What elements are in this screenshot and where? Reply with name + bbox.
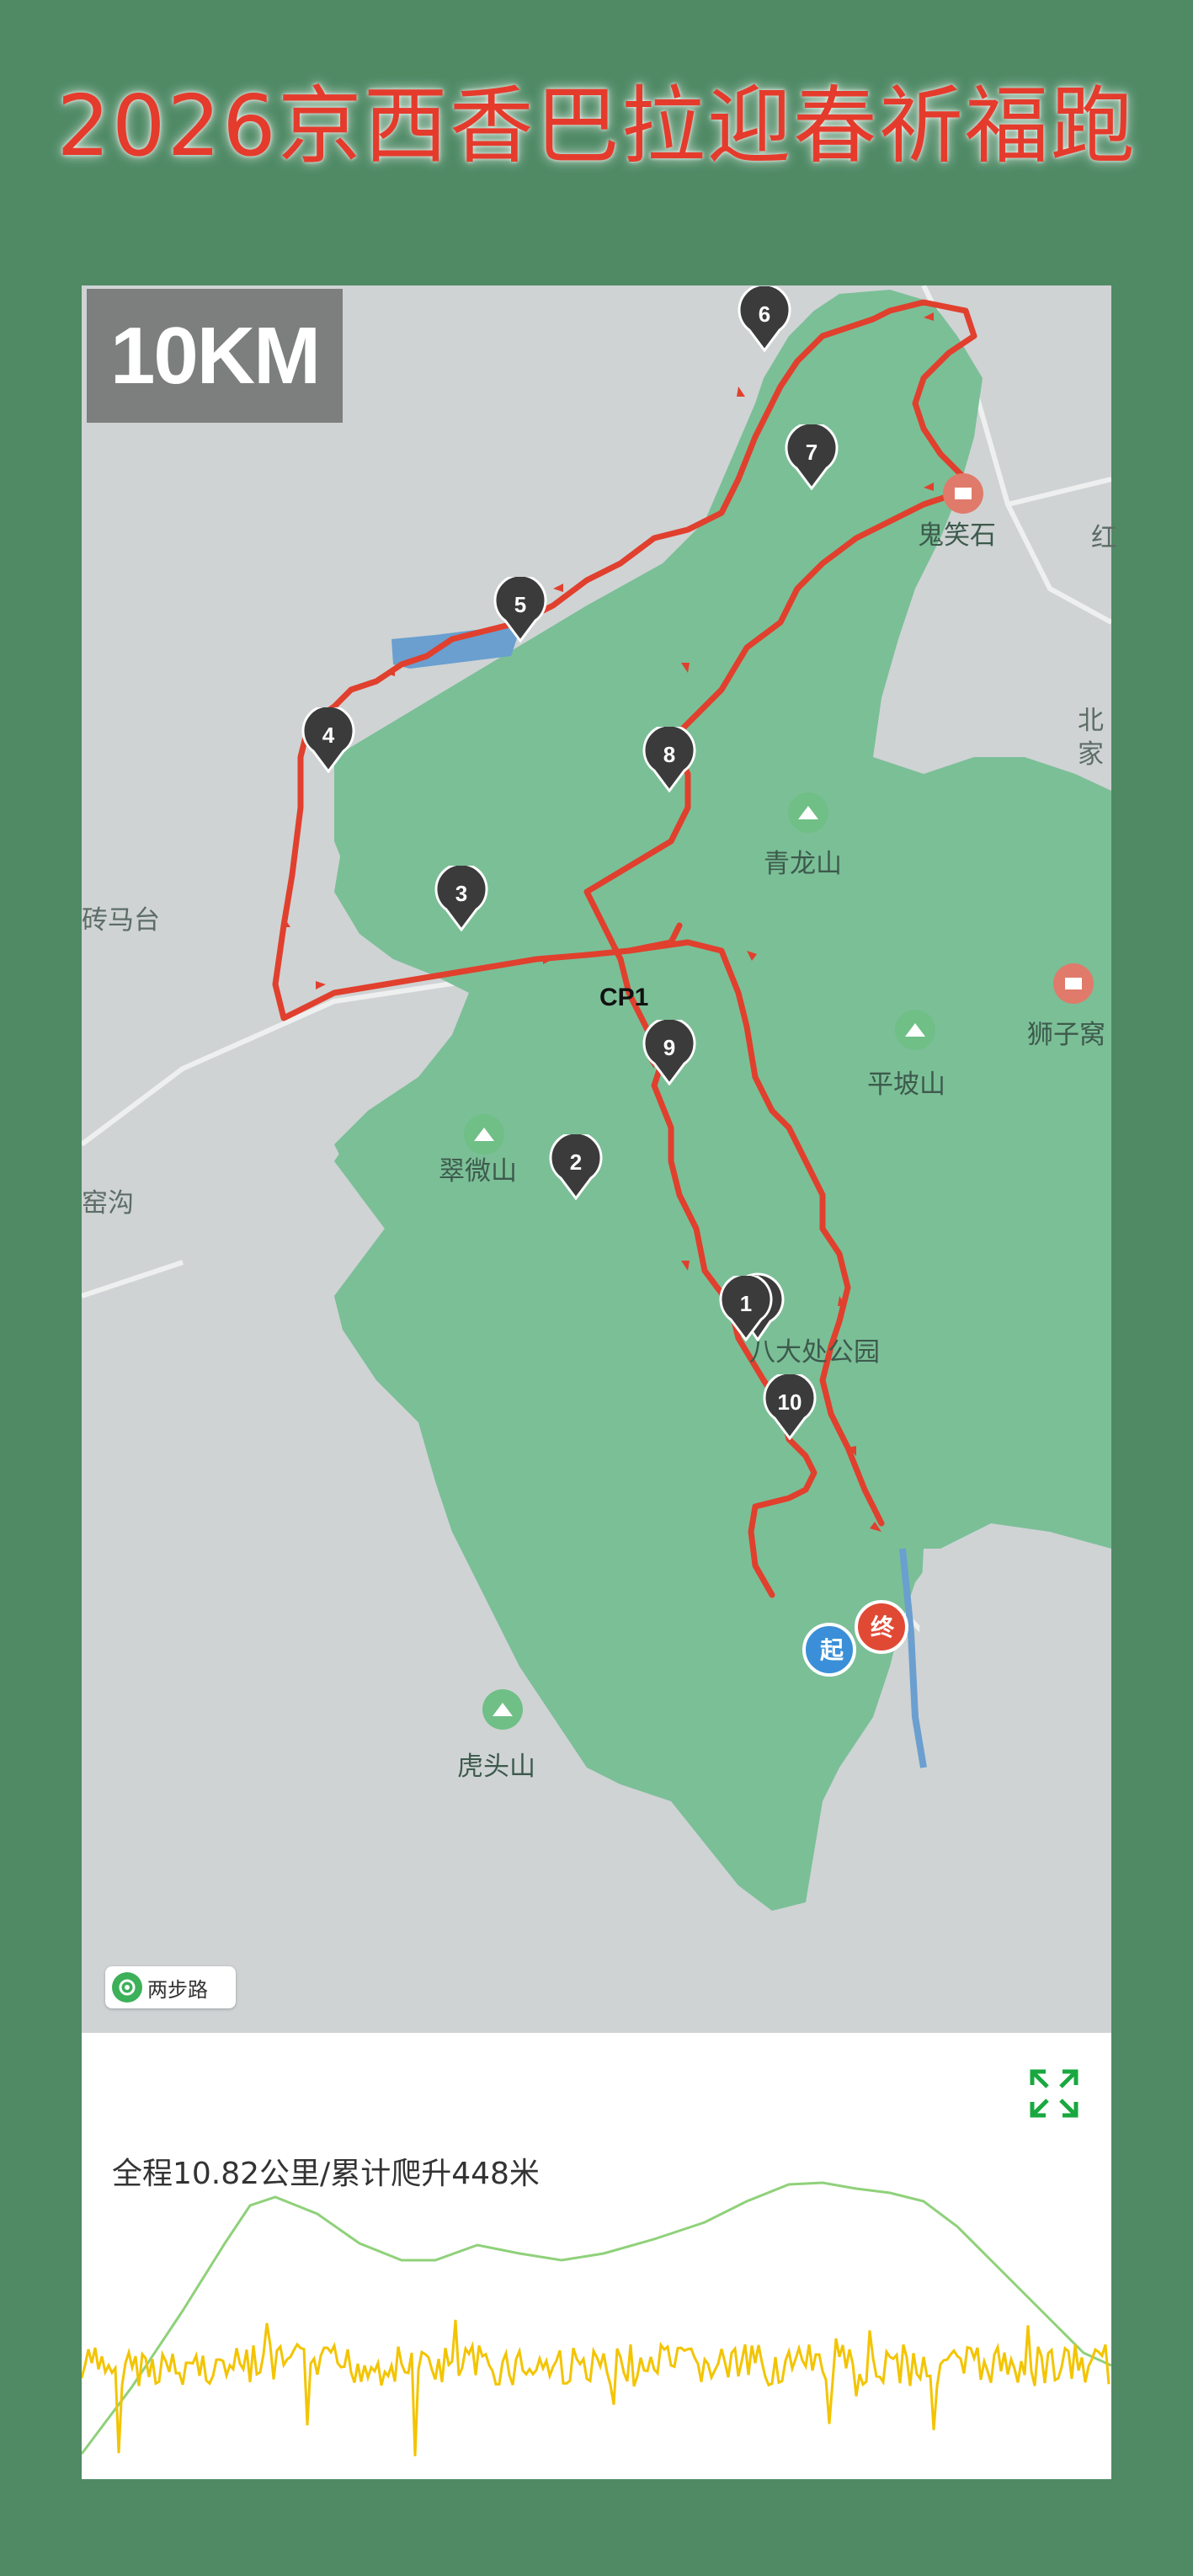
start-marker-label: 起 xyxy=(819,1636,844,1664)
waypoint-number: 2 xyxy=(569,1149,583,1175)
waypoint-pin-7[interactable]: 7 xyxy=(785,421,839,491)
watermark-text: 两步路 xyxy=(147,1977,208,2002)
waypoint-number: 8 xyxy=(663,742,676,767)
place-shizi: 狮子窝 xyxy=(1027,1020,1105,1050)
page-title: 2026京西香巴拉迎春祈福跑 xyxy=(56,77,1137,175)
waypoint-pin-10[interactable]: 10 xyxy=(763,1371,817,1441)
place-guixiaoshi: 鬼笑石 xyxy=(918,520,996,551)
waypoint-number: 5 xyxy=(514,592,527,617)
elevation-chart xyxy=(82,2181,1111,2456)
waypoint-number: 6 xyxy=(758,301,771,327)
elevation-line xyxy=(82,2181,1111,2455)
place-edge-bei: 北 xyxy=(1078,706,1104,736)
waypoint-pin-4[interactable]: 4 xyxy=(301,704,355,774)
distance-badge: 10KM xyxy=(87,289,343,423)
watermark-badge: 两步路 xyxy=(105,1966,236,2008)
waypoint-number: 10 xyxy=(777,1389,802,1415)
place-hutoushan: 虎头山 xyxy=(457,1752,535,1782)
place-badachu: 八大处公园 xyxy=(749,1337,880,1368)
elevation-panel: 全程10.82公里/累计爬升448米 xyxy=(82,2033,1111,2479)
end-marker-label: 终 xyxy=(870,1613,894,1641)
pace-line xyxy=(82,2319,1110,2456)
waypoint-pin-3[interactable]: 3 xyxy=(434,862,488,932)
waypoint-number: 1 xyxy=(739,1291,753,1316)
waypoint-number: 4 xyxy=(322,723,335,748)
waypoint-pin-9[interactable]: 9 xyxy=(642,1016,696,1086)
waypoint-pin-8[interactable]: 8 xyxy=(642,723,696,793)
waypoint-pin-5[interactable]: 5 xyxy=(493,573,547,643)
place-yaogou: 窑沟 xyxy=(82,1188,134,1219)
waypoint-number: 7 xyxy=(805,440,818,465)
waypoint-number: 3 xyxy=(455,881,468,906)
waypoint-number: 9 xyxy=(663,1035,676,1060)
place-edge-jia: 家 xyxy=(1078,739,1104,770)
checkpoint-label: CP1 xyxy=(599,984,649,1011)
place-zhuanmatai: 砖马台 xyxy=(82,905,160,936)
waypoint-pin-2[interactable]: 2 xyxy=(549,1131,603,1201)
place-cuiweishan: 翠微山 xyxy=(439,1156,517,1187)
place-edge-hong: 红 xyxy=(1091,523,1117,553)
waypoint-pin-6[interactable]: 6 xyxy=(738,283,791,353)
footprint-logo-icon xyxy=(112,1972,142,2003)
place-qinglongshan: 青龙山 xyxy=(764,849,842,879)
place-pingposhan: 平坡山 xyxy=(867,1069,945,1100)
